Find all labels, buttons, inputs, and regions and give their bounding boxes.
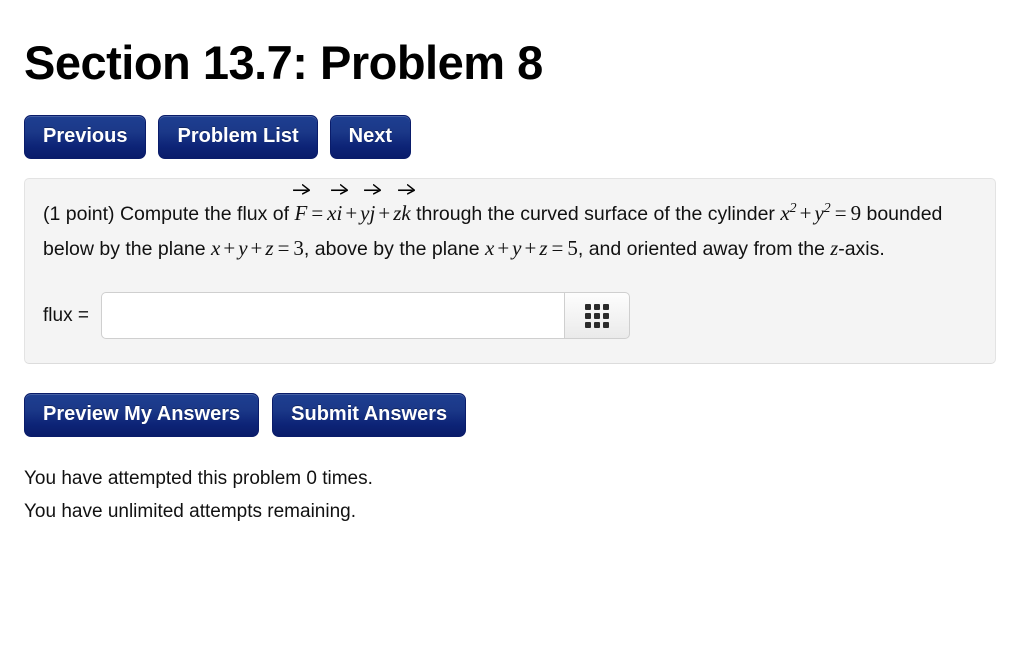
cyl-plus: + (799, 201, 812, 226)
attempts-used-text: You have attempted this problem 0 times. (24, 468, 373, 490)
upper-plus-1: + (497, 235, 510, 260)
vf-plus-2: + (378, 201, 391, 226)
vf-term2-unit: j (369, 201, 376, 226)
problem-navigation: Previous Problem List Next (24, 115, 1000, 160)
problem-panel: (1 point) Compute the flux of F = x i + y j + z k… (24, 178, 996, 365)
upper-plus-2: + (524, 235, 537, 260)
problem-text-5: , and oriented away from the (577, 237, 825, 260)
cyl-y: y (814, 201, 824, 226)
vector-arrow-icon (364, 183, 382, 195)
answer-input[interactable] (100, 292, 564, 340)
vector-field-equation: F = x i + y j + z k (292, 184, 416, 226)
cyl-y-exponent: 2 (823, 200, 831, 216)
cyl-equals: = (834, 201, 847, 226)
preview-my-answers-button[interactable]: Preview My Answers (24, 393, 260, 438)
lower-x: x (211, 235, 221, 260)
upper-equals: = (551, 235, 564, 260)
cylinder-equation: x2 + y2 = 9 (780, 201, 861, 225)
problem-text-2: through the curved surface of the cylind… (416, 203, 775, 226)
vector-f-letter: F (294, 201, 308, 226)
problem-text-1: Compute the flux of (119, 203, 290, 226)
problem-statement: (1 point) Compute the flux of F = x i + y j + z k… (43, 184, 973, 265)
vf-term1-unit: i (336, 201, 343, 226)
vector-f: F (292, 184, 310, 230)
vf-term2-coef: y (360, 201, 370, 226)
upper-x: x (484, 235, 495, 260)
upper-plane-equation: x + y + z = 5 (485, 236, 578, 260)
vector-j: j (364, 184, 382, 230)
lower-plane-equation: x + y + z = 3 (211, 236, 304, 260)
cyl-x-exponent: 2 (789, 200, 797, 216)
previous-button[interactable]: Previous (24, 115, 147, 160)
vector-i: i (331, 184, 349, 230)
points-label: (1 point) (43, 203, 115, 226)
answer-label: flux = (43, 304, 89, 326)
vector-k: k (398, 184, 416, 230)
vf-term1-coef: x (327, 201, 337, 226)
problem-text-6: -axis. (838, 237, 885, 260)
problem-text-4: , above by the plane (303, 237, 480, 260)
vf-plus-1: + (345, 201, 358, 226)
page-title: Section 13.7: Problem 8 (24, 36, 543, 89)
cyl-x: x (780, 201, 790, 226)
grid-keypad-icon (584, 303, 609, 328)
math-keypad-button[interactable] (563, 292, 630, 340)
answer-row: flux = (43, 292, 975, 340)
lower-plus-2: + (250, 235, 263, 260)
next-button[interactable]: Next (329, 115, 411, 160)
vf-term3-unit: k (401, 201, 411, 226)
problem-page: Section 13.7: Problem 8 Previous Problem… (0, 0, 1024, 529)
attempts-remaining-text: You have unlimited attempts remaining. (24, 500, 356, 522)
answer-actions: Preview My Answers Submit Answers (24, 393, 1000, 438)
cyl-value: 9 (850, 201, 862, 226)
answer-input-group (100, 292, 630, 340)
vector-arrow-icon (331, 183, 349, 195)
vf-term3-coef: z (393, 201, 402, 226)
lower-value: 3 (293, 235, 304, 260)
upper-z: z (539, 235, 548, 260)
vf-equals: = (311, 201, 324, 226)
vector-arrow-icon (398, 183, 416, 195)
lower-z: z (265, 235, 274, 260)
problem-list-button[interactable]: Problem List (158, 115, 318, 160)
upper-value: 5 (567, 235, 578, 260)
lower-equals: = (277, 235, 290, 260)
vector-arrow-icon (292, 183, 310, 195)
submit-answers-button[interactable]: Submit Answers (272, 393, 467, 438)
lower-y: y (238, 235, 248, 260)
attempt-status: You have attempted this problem 0 times.… (24, 463, 1000, 528)
lower-plus-1: + (223, 235, 236, 260)
